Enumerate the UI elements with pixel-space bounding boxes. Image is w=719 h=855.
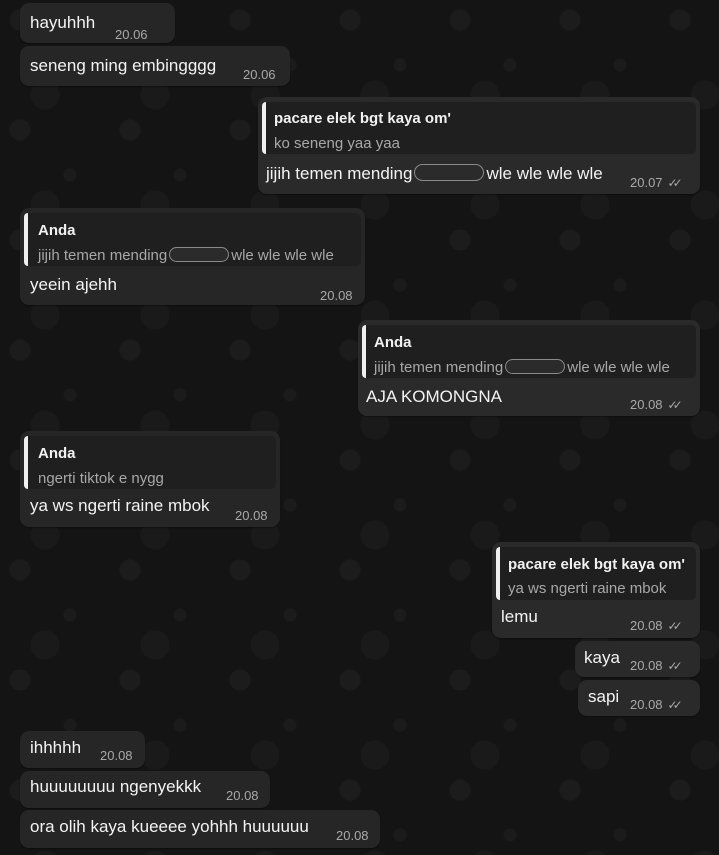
message-text-part: jijih temen mending	[266, 164, 413, 183]
message-bubble-outgoing[interactable]: sapi 20.08 ✓✓	[578, 680, 700, 716]
message-text: AJA KOMONGNA	[366, 387, 503, 406]
reply-quote-author: pacare elek bgt kaya om'	[508, 556, 685, 573]
message-bubble-outgoing[interactable]: kaya 20.08 ✓✓	[575, 641, 700, 677]
message-time: 20.08	[235, 508, 268, 523]
message-time: 20.06	[243, 67, 276, 82]
reply-quote-text: ngerti tiktok e nygg	[38, 470, 164, 487]
message-bubble-outgoing[interactable]: pacare elek bgt kaya om' ko seneng yaa y…	[258, 97, 700, 194]
message-time: 20.08 ✓✓	[630, 697, 683, 713]
message-text-part: wle wle wle wle	[486, 164, 603, 183]
reply-quote-text-part: wle wle wle wle	[231, 247, 334, 264]
message-text: yeein ajehh	[30, 275, 117, 294]
message-time-value: 20.07	[630, 175, 663, 190]
reply-quote[interactable]: Anda ngerti tiktok e nygg	[24, 436, 276, 489]
message-bubble-incoming[interactable]: Anda jijih temen mending wle wle wle wle …	[20, 208, 365, 305]
reply-quote[interactable]: pacare elek bgt kaya om' ya ws ngerti ra…	[496, 547, 696, 600]
double-check-icon: ✓✓	[667, 176, 683, 190]
message-text: kaya	[584, 648, 620, 667]
reply-quote-text: jijih temen mending wle wle wle wle	[38, 247, 334, 265]
message-bubble-incoming[interactable]: huuuuuuuu ngenyekkk 20.08	[20, 771, 270, 808]
message-text: lemu	[501, 607, 538, 626]
message-text: hayuhhh	[30, 13, 96, 32]
reply-quote-author: Anda	[38, 445, 76, 462]
message-bubble-incoming[interactable]: hayuhhh 20.06	[20, 3, 175, 43]
reply-quote-text-part: jijih temen mending	[374, 359, 504, 376]
message-time: 20.08 ✓✓	[630, 658, 683, 674]
message-text: seneng ming embingggg	[30, 56, 217, 75]
reply-quote-bar	[262, 102, 266, 154]
message-text: ya ws ngerti raine mbok	[30, 496, 210, 515]
message-text: ihhhhh	[30, 738, 82, 757]
reply-quote[interactable]: Anda jijih temen mending wle wle wle wle	[362, 325, 696, 378]
message-text: jijih temen mending wle wle wle wle	[266, 164, 603, 184]
message-text: sapi	[588, 687, 620, 706]
reply-quote[interactable]: Anda jijih temen mending wle wle wle wle	[24, 213, 361, 266]
message-time-value: 20.08	[630, 658, 663, 673]
reply-quote-text: ko seneng yaa yaa	[274, 135, 400, 152]
reply-quote-text: jijih temen mending wle wle wle wle	[374, 359, 670, 377]
reply-quote-text: ya ws ngerti raine mbok	[508, 580, 667, 597]
chat-message-list[interactable]: hayuhhh 20.06 seneng ming embingggg 20.0…	[0, 0, 719, 855]
double-check-icon: ✓✓	[667, 398, 683, 412]
message-time-value: 20.08	[630, 397, 663, 412]
message-time: 20.08 ✓✓	[630, 618, 683, 634]
message-time: 20.06	[115, 27, 148, 42]
message-time: 20.08	[226, 788, 259, 803]
reply-quote-author: Anda	[374, 334, 412, 351]
reply-quote[interactable]: pacare elek bgt kaya om' ko seneng yaa y…	[262, 102, 696, 154]
message-time: 20.08	[100, 748, 133, 763]
reply-quote-author: Anda	[38, 222, 76, 239]
reply-quote-text-part: jijih temen mending	[38, 247, 168, 264]
double-check-icon: ✓✓	[667, 698, 683, 712]
message-time-value: 20.08	[630, 618, 663, 633]
message-time: 20.08	[320, 288, 353, 303]
message-time-value: 20.08	[630, 697, 663, 712]
message-bubble-incoming[interactable]: ihhhhh 20.08	[20, 731, 145, 768]
reply-quote-bar	[496, 547, 500, 600]
reply-quote-author: pacare elek bgt kaya om'	[274, 110, 451, 127]
redacted-text-blur	[414, 164, 485, 181]
message-time: 20.07 ✓✓	[630, 175, 683, 191]
message-bubble-outgoing[interactable]: pacare elek bgt kaya om' ya ws ngerti ra…	[492, 542, 700, 638]
message-bubble-incoming[interactable]: Anda ngerti tiktok e nygg ya ws ngerti r…	[20, 431, 280, 527]
message-bubble-incoming[interactable]: ora olih kaya kueeee yohhh huuuuuu 20.08	[20, 810, 380, 848]
redacted-text-blur	[169, 247, 230, 262]
redacted-text-blur	[505, 359, 566, 374]
reply-quote-bar	[24, 436, 28, 489]
message-time: 20.08 ✓✓	[630, 397, 683, 413]
reply-quote-bar	[24, 213, 28, 266]
message-bubble-incoming[interactable]: seneng ming embingggg 20.06	[20, 46, 290, 86]
message-text: huuuuuuuu ngenyekkk	[30, 777, 202, 796]
message-time: 20.08	[336, 828, 369, 843]
message-bubble-outgoing[interactable]: Anda jijih temen mending wle wle wle wle …	[358, 320, 700, 416]
double-check-icon: ✓✓	[667, 619, 683, 633]
reply-quote-bar	[362, 325, 366, 378]
message-text: ora olih kaya kueeee yohhh huuuuuu	[30, 817, 309, 836]
double-check-icon: ✓✓	[667, 659, 683, 673]
reply-quote-text-part: wle wle wle wle	[567, 359, 670, 376]
